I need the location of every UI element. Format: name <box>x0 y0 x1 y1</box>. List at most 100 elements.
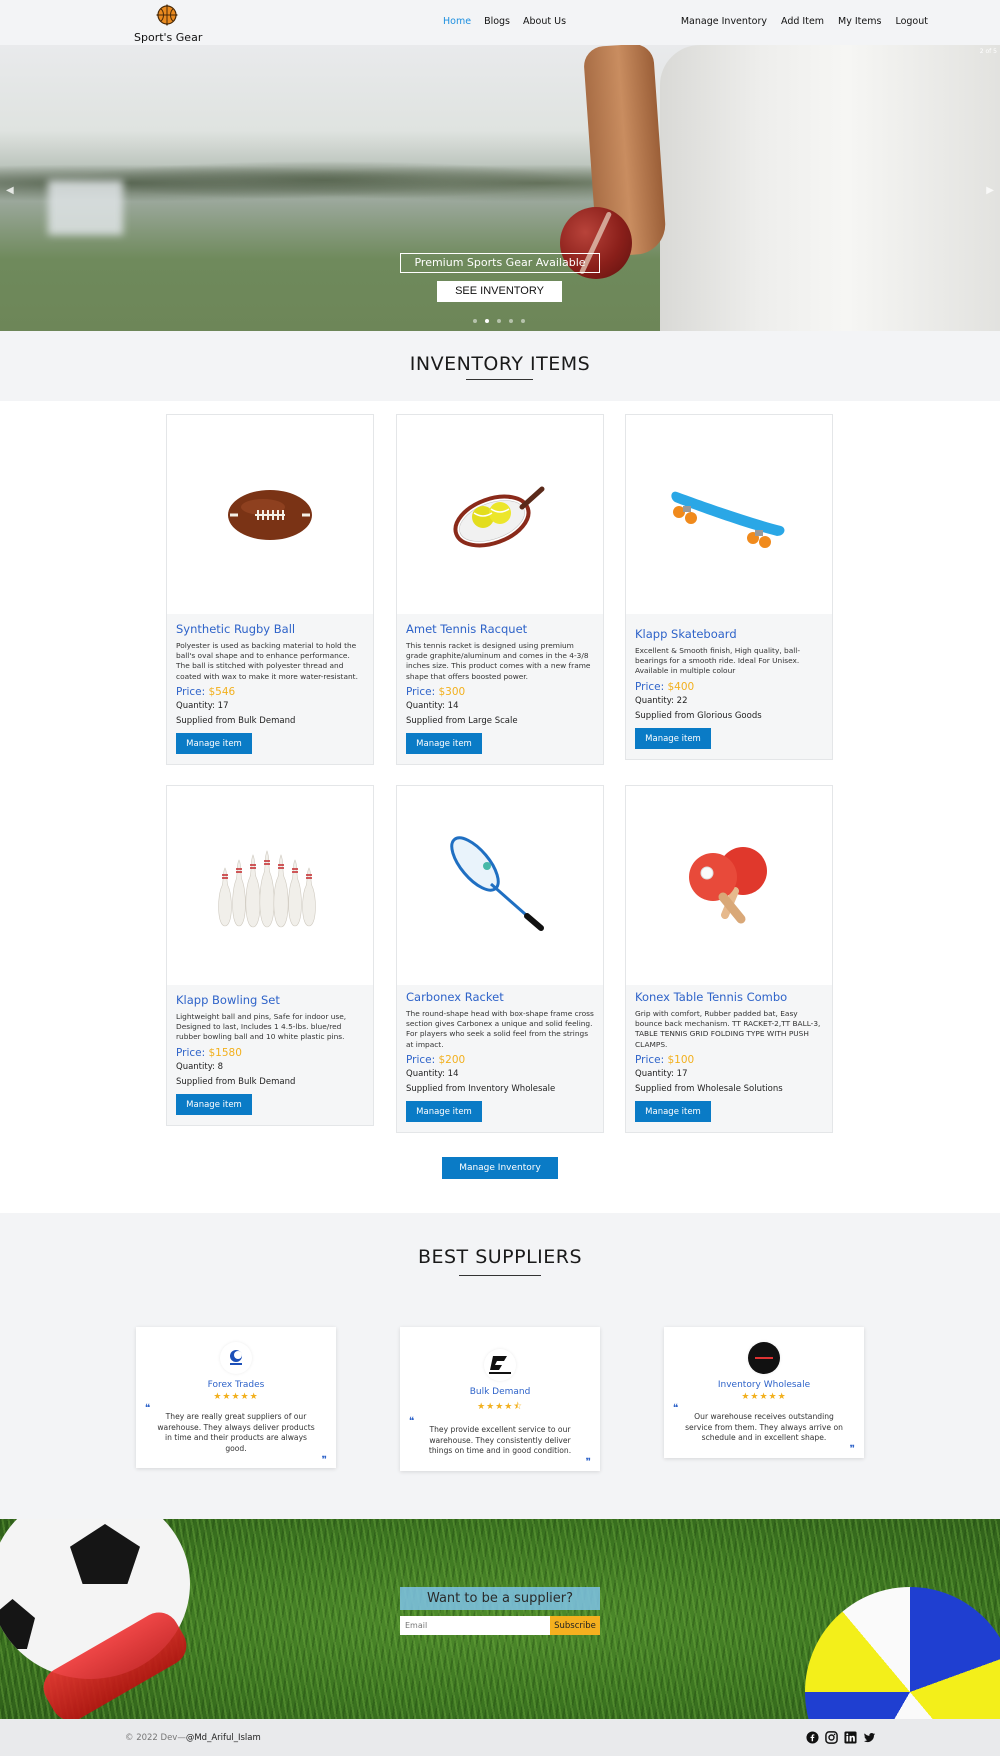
suppliers-section: BEST SUPPLIERS Forex Trades ★★★★★ ❝ They… <box>0 1213 1000 1519</box>
supplier-name: Inventory Wholesale <box>717 1380 811 1390</box>
nav-logout[interactable]: Logout <box>895 16 928 27</box>
title-underline <box>459 1275 541 1276</box>
nav-manage-inventory[interactable]: Manage Inventory <box>681 16 767 27</box>
user-nav: Manage Inventory Add Item My Items Logou… <box>681 16 928 27</box>
copyright: © 2022 Dev—@Md_Ariful_Islam <box>125 1733 261 1743</box>
nav-home[interactable]: Home <box>443 16 471 27</box>
card-image <box>397 415 603 614</box>
nav-blogs[interactable]: Blogs <box>484 16 510 27</box>
signup-title: Want to be a supplier? <box>400 1587 600 1610</box>
price-label: Price: <box>176 685 206 698</box>
inventory-card: Klapp Skateboard Excellent & Smooth fini… <box>625 414 833 761</box>
item-supplier: Supplied from Glorious Goods <box>635 710 762 721</box>
card-body: Carbonex Racket The round-shape head wit… <box>397 985 603 1133</box>
item-price: Price: $200 <box>406 1054 595 1066</box>
hero-carousel: 2 of 5 ◀ ▶ Premium Sports Gear Available… <box>0 45 1000 331</box>
card-body: Amet Tennis Racquet This tennis racket i… <box>397 614 603 765</box>
carousel-next-icon[interactable]: ▶ <box>986 185 994 196</box>
supplier-card: Inventory Wholesale ★★★★★ ❝ Our warehous… <box>664 1327 864 1458</box>
item-quantity: Quantity: 17 <box>635 1068 688 1079</box>
inventory-card: Amet Tennis Racquet This tennis racket i… <box>396 414 604 766</box>
nav-my-items[interactable]: My Items <box>838 16 881 27</box>
table-tennis-icon <box>689 846 767 923</box>
instagram-icon[interactable] <box>825 1731 838 1744</box>
card-image <box>397 786 603 985</box>
carousel-dot[interactable] <box>521 319 525 323</box>
wholesale-logo-icon <box>748 1342 780 1374</box>
carousel-dot[interactable] <box>473 319 477 323</box>
carousel-dot[interactable] <box>509 319 513 323</box>
email-field[interactable] <box>400 1616 550 1635</box>
inventory-card: Klapp Bowling Set Lightweight ball and p… <box>166 785 374 1127</box>
price-amount: $300 <box>438 685 466 698</box>
item-quantity: Quantity: 17 <box>176 700 229 711</box>
item-price: Price: $1580 <box>176 1047 365 1059</box>
linkedin-icon[interactable] <box>844 1731 857 1744</box>
card-image <box>167 415 373 614</box>
manage-inventory-button[interactable]: Manage Inventory <box>442 1157 558 1179</box>
item-description: Lightweight ball and pins, Safe for indo… <box>176 1012 347 1042</box>
price-label: Price: <box>176 1046 206 1059</box>
item-quantity: Quantity: 8 <box>176 1061 224 1072</box>
price-label: Price: <box>406 685 436 698</box>
price-amount: $400 <box>667 680 695 693</box>
manage-item-button[interactable]: Manage item <box>406 1101 482 1123</box>
supplier-name: Bulk Demand <box>469 1387 531 1397</box>
manage-item-button[interactable]: Manage item <box>176 733 252 755</box>
supplier-card: Bulk Demand ★★★★⯪ ❝ They provide excelle… <box>400 1327 600 1471</box>
twitter-icon[interactable] <box>863 1731 876 1744</box>
inventory-card: Carbonex Racket The round-shape head wit… <box>396 785 604 1134</box>
item-price: Price: $546 <box>176 686 365 698</box>
item-description: Polyester is used as backing material to… <box>176 641 358 681</box>
supplier-signup-section: Want to be a supplier? Subscribe <box>0 1519 1000 1719</box>
skateboard-icon <box>671 491 785 548</box>
testimonial-text: They provide excellent service to our wa… <box>428 1425 572 1455</box>
star-rating: ★★★★⯪ <box>477 1402 523 1412</box>
price-label: Price: <box>635 1053 665 1066</box>
forex-logo-icon <box>220 1342 252 1374</box>
nav-about-us[interactable]: About Us <box>523 16 566 27</box>
card-body: Klapp Bowling Set Lightweight ball and p… <box>167 985 373 1126</box>
item-name: Synthetic Rugby Ball <box>176 622 296 636</box>
champro-logo-icon <box>484 1349 516 1381</box>
manage-item-button[interactable]: Manage item <box>406 733 482 755</box>
inventory-card: Synthetic Rugby Ball Polyester is used a… <box>166 414 374 766</box>
inventory-title-band: INVENTORY ITEMS <box>0 331 1000 401</box>
item-name: Konex Table Tennis Combo <box>635 990 788 1004</box>
site-footer: © 2022 Dev—@Md_Ariful_Islam <box>0 1719 1000 1756</box>
quote-open-icon: ❝ <box>145 1403 151 1414</box>
manage-item-button[interactable]: Manage item <box>635 1101 711 1123</box>
manage-item-button[interactable]: Manage item <box>176 1094 252 1116</box>
item-supplier: Supplied from Large Scale <box>406 715 518 726</box>
manage-item-button[interactable]: Manage item <box>635 728 711 750</box>
author-handle[interactable]: @Md_Ariful_Islam <box>186 1733 261 1743</box>
item-description: Excellent & Smooth finish, High quality,… <box>635 646 801 676</box>
price-amount: $200 <box>438 1053 466 1066</box>
item-name: Carbonex Racket <box>406 990 504 1004</box>
item-quantity: Quantity: 14 <box>406 700 459 711</box>
star-rating: ★★★★★ <box>213 1392 259 1402</box>
carousel-prev-icon[interactable]: ◀ <box>6 185 14 196</box>
basketball-logo-icon <box>156 4 178 26</box>
site-header: Sport's Gear Home Blogs About Us Manage … <box>0 0 1000 45</box>
item-price: Price: $300 <box>406 686 595 698</box>
item-description: The round-shape head with box-shape fram… <box>406 1009 594 1049</box>
item-supplier: Supplied from Wholesale Solutions <box>635 1083 783 1094</box>
price-label: Price: <box>635 680 665 693</box>
card-image <box>626 786 832 985</box>
carousel-dot[interactable] <box>497 319 501 323</box>
item-name: Klapp Bowling Set <box>176 993 280 1007</box>
carousel-dot-active[interactable] <box>485 319 489 323</box>
social-links <box>806 1731 876 1744</box>
subscribe-button[interactable]: Subscribe <box>550 1616 600 1635</box>
nav-add-item[interactable]: Add Item <box>781 16 824 27</box>
inventory-card: Konex Table Tennis Combo Grip with comfo… <box>625 785 833 1134</box>
carousel-indicators <box>473 319 525 323</box>
badminton-racket-icon <box>450 835 544 931</box>
facebook-icon[interactable] <box>806 1731 819 1744</box>
item-name: Amet Tennis Racquet <box>406 622 528 636</box>
item-price: Price: $400 <box>635 681 824 693</box>
see-inventory-button[interactable]: SEE INVENTORY <box>437 281 562 302</box>
brand[interactable]: Sport's Gear <box>134 4 202 44</box>
supplier-testimonial: ❝ They provide excellent service to our … <box>400 1415 600 1471</box>
